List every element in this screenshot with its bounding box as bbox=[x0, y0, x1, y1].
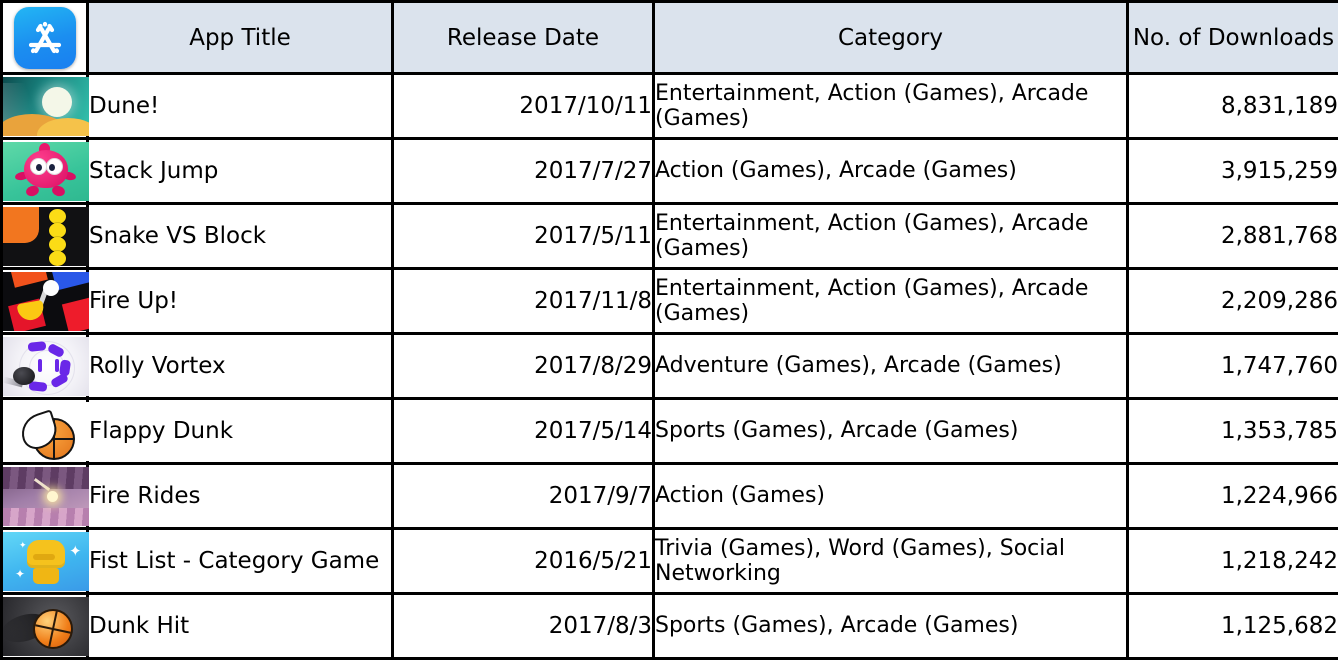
app-icon-cell bbox=[0, 267, 89, 335]
dune-app-icon bbox=[3, 76, 89, 136]
table-row[interactable]: Fire Up! 2017/11/8 Entertainment, Action… bbox=[0, 267, 1338, 335]
app-title: Dune! bbox=[86, 72, 394, 140]
release-date: 2017/8/3 bbox=[391, 592, 655, 660]
table-row[interactable]: Dunk Hit 2017/8/3 Sports (Games), Arcade… bbox=[0, 592, 1338, 660]
dunk-hit-app-icon bbox=[3, 596, 89, 656]
downloads-count: 2,209,286 bbox=[1126, 267, 1338, 335]
flappy-dunk-app-icon bbox=[3, 401, 89, 461]
app-title: Fist List - Category Game bbox=[86, 527, 394, 595]
category: Adventure (Games), Arcade (Games) bbox=[652, 332, 1129, 400]
category: Trivia (Games), Word (Games), Social Net… bbox=[652, 527, 1129, 595]
app-icon-cell bbox=[0, 397, 89, 465]
app-title: Dunk Hit bbox=[86, 592, 394, 660]
category: Entertainment, Action (Games), Arcade (G… bbox=[652, 267, 1129, 335]
release-date: 2017/9/7 bbox=[391, 462, 655, 530]
category: Entertainment, Action (Games), Arcade (G… bbox=[652, 72, 1129, 140]
table-row[interactable]: Flappy Dunk 2017/5/14 Sports (Games), Ar… bbox=[0, 397, 1338, 465]
fist-list-app-icon: ✦ ✦ ✦ bbox=[3, 531, 89, 591]
column-header-app-title[interactable]: App Title bbox=[86, 0, 394, 75]
downloads-count: 1,747,760 bbox=[1126, 332, 1338, 400]
rolly-vortex-app-icon bbox=[3, 336, 89, 396]
app-icon-cell bbox=[0, 462, 89, 530]
app-icon-cell bbox=[0, 592, 89, 660]
column-header-category[interactable]: Category bbox=[652, 0, 1129, 75]
category: Sports (Games), Arcade (Games) bbox=[652, 592, 1129, 660]
category: Action (Games), Arcade (Games) bbox=[652, 137, 1129, 205]
column-header-release-date[interactable]: Release Date bbox=[391, 0, 655, 75]
app-title: Rolly Vortex bbox=[86, 332, 394, 400]
snake-vs-block-app-icon bbox=[3, 206, 89, 266]
fire-rides-app-icon bbox=[3, 466, 89, 526]
table-header-row: App Title Release Date Category No. of D… bbox=[0, 0, 1338, 75]
release-date: 2017/10/11 bbox=[391, 72, 655, 140]
table-row[interactable]: Fire Rides 2017/9/7 Action (Games) 1,224… bbox=[0, 462, 1338, 530]
table-row[interactable]: Stack Jump 2017/7/27 Action (Games), Arc… bbox=[0, 137, 1338, 205]
fire-up-app-icon bbox=[3, 271, 89, 331]
table-row[interactable]: Snake VS Block 2017/5/11 Entertainment, … bbox=[0, 202, 1338, 270]
table-row[interactable]: ✦ ✦ ✦ Fist List - Category Game 2016/5/21 … bbox=[0, 527, 1338, 595]
app-icon-cell bbox=[0, 137, 89, 205]
app-rankings-table-sheet: App Title Release Date Category No. of D… bbox=[0, 0, 1338, 670]
column-header-downloads[interactable]: No. of Downloads bbox=[1126, 0, 1338, 75]
app-title: Snake VS Block bbox=[86, 202, 394, 270]
app-title: Fire Up! bbox=[86, 267, 394, 335]
app-store-logo-cell bbox=[0, 0, 89, 75]
downloads-count: 3,915,259 bbox=[1126, 137, 1338, 205]
app-icon-cell bbox=[0, 72, 89, 140]
app-icon-cell bbox=[0, 332, 89, 400]
app-title: Stack Jump bbox=[86, 137, 394, 205]
app-icon-cell bbox=[0, 202, 89, 270]
release-date: 2017/7/27 bbox=[391, 137, 655, 205]
downloads-count: 1,353,785 bbox=[1126, 397, 1338, 465]
stack-jump-app-icon bbox=[3, 141, 89, 201]
category: Entertainment, Action (Games), Arcade (G… bbox=[652, 202, 1129, 270]
downloads-count: 8,831,189 bbox=[1126, 72, 1338, 140]
app-title: Fire Rides bbox=[86, 462, 394, 530]
category: Action (Games) bbox=[652, 462, 1129, 530]
release-date: 2017/5/11 bbox=[391, 202, 655, 270]
category: Sports (Games), Arcade (Games) bbox=[652, 397, 1129, 465]
downloads-count: 1,224,966 bbox=[1126, 462, 1338, 530]
app-store-icon bbox=[13, 6, 76, 69]
table-row[interactable]: Rolly Vortex 2017/8/29 Adventure (Games)… bbox=[0, 332, 1338, 400]
downloads-count: 1,125,682 bbox=[1126, 592, 1338, 660]
app-title: Flappy Dunk bbox=[86, 397, 394, 465]
release-date: 2017/8/29 bbox=[391, 332, 655, 400]
downloads-count: 2,881,768 bbox=[1126, 202, 1338, 270]
table-row[interactable]: Dune! 2017/10/11 Entertainment, Action (… bbox=[0, 72, 1338, 140]
app-rankings-table: App Title Release Date Category No. of D… bbox=[0, 0, 1338, 660]
downloads-count: 1,218,242 bbox=[1126, 527, 1338, 595]
release-date: 2017/5/14 bbox=[391, 397, 655, 465]
release-date: 2016/5/21 bbox=[391, 527, 655, 595]
release-date: 2017/11/8 bbox=[391, 267, 655, 335]
app-icon-cell: ✦ ✦ ✦ bbox=[0, 527, 89, 595]
